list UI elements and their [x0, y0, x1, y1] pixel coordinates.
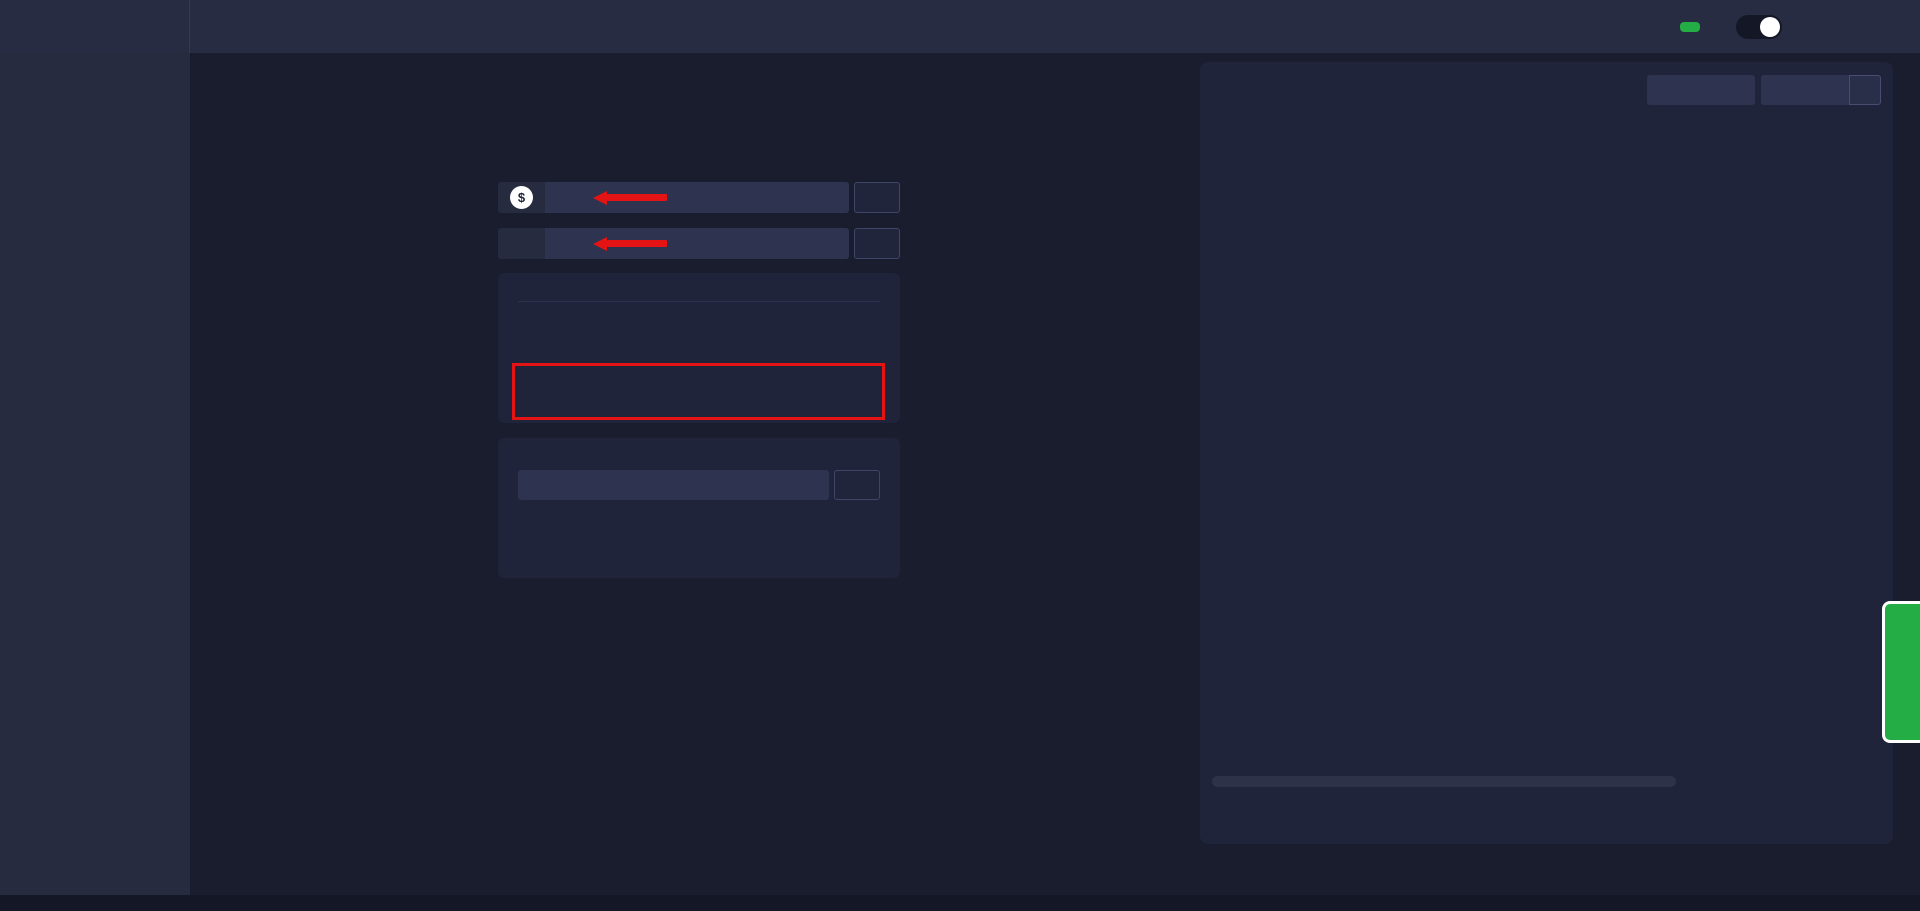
orders-toolbar	[1200, 62, 1893, 115]
orders-search-input[interactable]	[1761, 75, 1849, 105]
annotation-box-payment	[512, 363, 885, 420]
calculator-card	[498, 438, 900, 578]
calculator-title	[518, 438, 880, 455]
calculator-amount-input[interactable]	[518, 470, 829, 500]
orders-filter-area	[1647, 75, 1881, 105]
search-group	[1761, 75, 1881, 105]
topup-amount-row: $	[498, 182, 900, 213]
dollar-icon: $	[498, 182, 545, 213]
data-filter-select[interactable]	[1647, 75, 1755, 105]
enter-icon	[1858, 83, 1872, 97]
orders-panel	[1200, 62, 1893, 844]
theme-toggle[interactable]	[1736, 15, 1782, 39]
user-profile	[0, 53, 190, 121]
enter-icon	[869, 236, 885, 252]
pc-name-input[interactable]	[545, 228, 849, 259]
main-content: $	[190, 53, 1920, 895]
amount-input[interactable]	[545, 182, 849, 213]
computer-glyph	[511, 234, 533, 254]
current-member-title	[498, 273, 900, 289]
pc-enter-button[interactable]	[854, 228, 900, 259]
footer-bar	[0, 895, 1920, 911]
top-header	[0, 0, 1920, 53]
subscription-days-badge[interactable]	[1680, 22, 1700, 32]
menu-toggle-icon[interactable]	[153, 18, 171, 36]
horizontal-scrollbar[interactable]	[1212, 776, 1676, 787]
sidebar	[0, 53, 190, 895]
chevron-down-icon	[1698, 84, 1710, 96]
chevron-down-icon[interactable]	[1848, 20, 1862, 34]
topup-subtabs	[498, 125, 900, 162]
enter-icon	[869, 190, 885, 206]
amount-enter-button[interactable]	[854, 182, 900, 213]
computer-icon	[498, 228, 545, 259]
enter-icon	[849, 477, 865, 493]
topup-pc-row	[498, 228, 900, 259]
dollar-glyph: $	[510, 186, 533, 209]
header-brand-area	[0, 0, 190, 53]
calculator-enter-button[interactable]	[834, 470, 880, 500]
topup-panel: $	[498, 53, 900, 653]
calculator-input-row	[518, 470, 880, 500]
contact-us-tab[interactable]	[1882, 601, 1920, 743]
current-member-card	[498, 273, 900, 423]
app-logo-icon	[14, 14, 40, 40]
user-avatar[interactable]	[1796, 8, 1834, 46]
paid-row	[498, 302, 900, 313]
search-enter-button[interactable]	[1849, 75, 1881, 105]
user-avatar-sidebar[interactable]	[20, 73, 56, 109]
app-logo	[14, 14, 47, 40]
toggle-knob	[1760, 17, 1780, 37]
header-actions	[1680, 8, 1920, 46]
orders-table-header	[1212, 115, 1881, 147]
